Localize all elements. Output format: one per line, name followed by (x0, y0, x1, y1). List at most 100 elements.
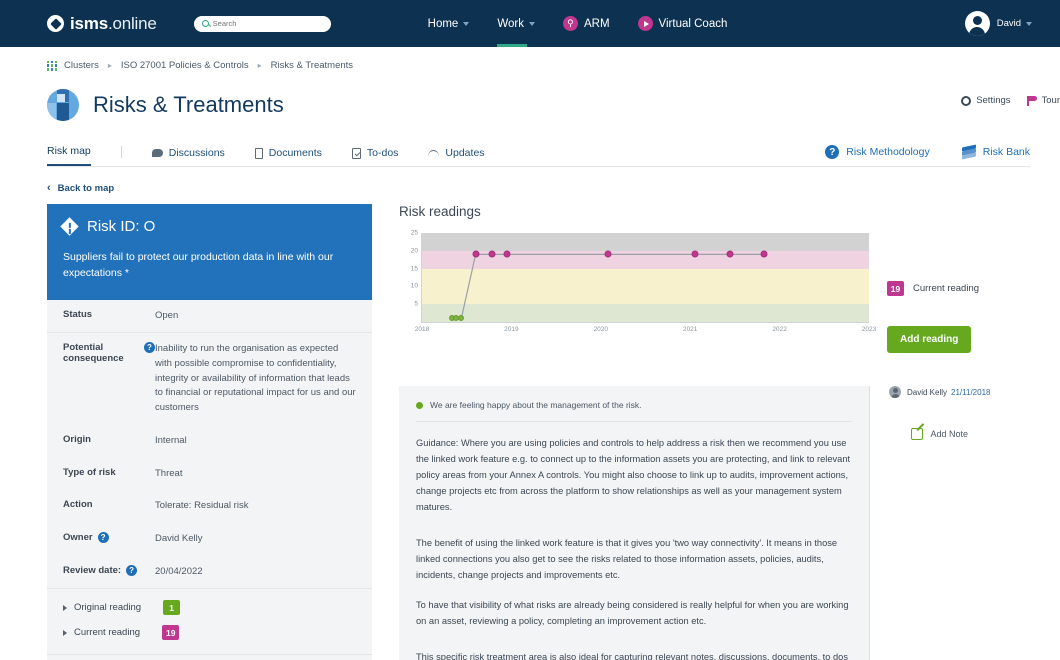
tab-divider (120, 146, 122, 158)
chart-x-tick: 2021 (682, 326, 698, 333)
pencil-icon (911, 428, 924, 440)
page-header-actions: Settings Tour (945, 95, 1060, 106)
arm-icon: ⚲ (562, 16, 578, 31)
nav-item-home[interactable]: Home (428, 0, 470, 47)
add-note-button[interactable]: Add Note (889, 428, 990, 440)
legend-value-badge: 19 (887, 281, 904, 296)
mood-dot-icon (416, 401, 423, 409)
field-row-origin: Origin Internal (47, 425, 372, 458)
note-paragraph: To have that visibility of what risks ar… (416, 599, 849, 626)
breadcrumb-item-iso-27001[interactable]: ISO 27001 Policies & Controls (121, 60, 249, 71)
tab-documents-label: Documents (268, 147, 322, 159)
note-mood: We are feeling happy about the managemen… (416, 400, 852, 410)
add-reading-button[interactable]: Add reading (887, 326, 972, 353)
chart-x-tick: 2019 (504, 326, 519, 333)
chevron-down-icon (463, 21, 470, 26)
risk-readings-chart[interactable]: 5 10 15 20 25 2018 2019 2020 2021 2022 2023 (411, 230, 876, 334)
tour-label: Tour (1041, 95, 1060, 106)
nav-item-work-label: Work (497, 17, 524, 30)
nav-item-virtual-coach[interactable]: Virtual Coach (637, 0, 728, 47)
linked-work-title: Linked work (47, 655, 372, 660)
field-value: Threat (155, 467, 183, 479)
legend-label: Current reading (913, 283, 980, 294)
search-input[interactable] (212, 19, 323, 28)
chart-data-point[interactable] (503, 250, 511, 258)
back-to-map-link[interactable]: ‹ Back to map (47, 182, 1060, 194)
nav-item-home-label: Home (427, 17, 459, 30)
nav-item-work[interactable]: Work (497, 0, 535, 47)
todo-icon (351, 147, 361, 159)
tab-risk-map-label: Risk map (47, 145, 91, 157)
field-value: 20/04/2022 (155, 565, 203, 577)
user-name-label: David (996, 18, 1021, 29)
settings-label: Settings (976, 95, 1011, 106)
current-reading-row[interactable]: Current reading 19 (47, 620, 372, 645)
original-reading-badge: 1 (163, 600, 181, 616)
original-reading-label: Original reading (74, 602, 142, 614)
chart-data-point[interactable] (472, 250, 480, 258)
help-icon[interactable]: ? (144, 342, 155, 354)
tab-discussions[interactable]: Discussions (151, 147, 225, 166)
chart-data-point[interactable] (691, 250, 699, 258)
nav-item-virtual-coach-label: Virtual Coach (658, 17, 728, 30)
field-row-potential-consequence: Potential consequence? Inability to run … (47, 333, 372, 425)
chevron-down-icon (528, 21, 535, 26)
search-box[interactable] (193, 15, 331, 32)
avatar (889, 386, 901, 398)
main-nav-items: Home Work ⚲ ARM Virtual Coach (428, 0, 756, 47)
field-row-type-of-risk: Type of risk Threat (47, 458, 372, 491)
layers-icon (961, 144, 976, 160)
breadcrumb-item-risks-treatments[interactable]: Risks & Treatments (271, 60, 353, 71)
risk-description: Suppliers fail to protect our production… (63, 251, 334, 280)
field-key-text: Potential consequence (63, 342, 124, 365)
risk-bank-link[interactable]: Risk Bank (961, 144, 1030, 160)
page-header: Risks & Treatments Settings Tour (47, 89, 1060, 121)
chart-data-point[interactable] (760, 250, 767, 258)
breadcrumb-item-clusters[interactable]: Clusters (64, 60, 99, 71)
chart-data-point[interactable] (604, 250, 612, 258)
chevron-right-icon (63, 604, 67, 611)
gear-icon (961, 95, 972, 106)
chart-data-point[interactable] (488, 250, 496, 258)
tour-button[interactable]: Tour (1026, 95, 1060, 106)
add-note-label: Add Note (930, 429, 968, 439)
original-reading-row[interactable]: Original reading 1 (47, 595, 372, 620)
chart-y-tick: 5 (414, 300, 418, 308)
tab-todos[interactable]: To-dos (351, 147, 398, 166)
chart-legend-and-actions: 19 Current reading Add reading (887, 233, 979, 353)
tab-updates[interactable]: Updates (428, 147, 485, 166)
chart-data-point[interactable] (726, 250, 734, 258)
main-content: Risk ID: O Suppliers fail to protect our… (47, 204, 1060, 660)
back-to-map-label: Back to map (57, 182, 115, 194)
field-row-action: Action Tolerate: Residual risk (47, 490, 372, 523)
field-key: Action (63, 499, 93, 511)
question-circle-icon: ? (825, 145, 840, 159)
current-reading-label: Current reading (74, 627, 141, 639)
chart-y-tick: 10 (410, 282, 418, 290)
risk-methodology-link[interactable]: ? Risk Methodology (825, 145, 930, 159)
chart-y-tick: 25 (410, 229, 418, 237)
field-value: Tolerate: Residual risk (155, 500, 249, 512)
field-value: Open (155, 309, 179, 321)
app-logo[interactable]: isms.online (47, 14, 157, 34)
help-icon[interactable]: ? (97, 532, 109, 543)
tab-risk-map[interactable]: Risk map (47, 145, 91, 166)
risk-methodology-label: Risk Methodology (846, 146, 930, 158)
help-icon[interactable]: ? (126, 564, 138, 576)
note-meta-panel: David Kelly 21/11/2018 Add Note (869, 386, 990, 660)
chart-data-point[interactable] (458, 315, 465, 322)
flag-icon (1026, 95, 1037, 106)
user-menu[interactable]: David (964, 0, 1032, 47)
chevron-right-icon (63, 629, 67, 636)
tab-updates-label: Updates (445, 147, 485, 159)
risk-bank-label: Risk Bank (982, 146, 1030, 158)
tab-documents[interactable]: Documents (254, 147, 322, 166)
isms-logo-icon (47, 15, 64, 32)
chart-area: 5 10 15 20 25 2018 2019 2020 2021 2022 2023 19 Cur… (399, 230, 1040, 353)
nav-item-arm[interactable]: ⚲ ARM (562, 0, 610, 47)
chart-y-tick: 15 (410, 265, 418, 273)
risk-header-card: Risk ID: O Suppliers fail to protect our… (47, 204, 372, 300)
updates-icon (428, 149, 440, 157)
settings-button[interactable]: Settings (961, 95, 1011, 106)
field-key: Origin (63, 433, 91, 445)
